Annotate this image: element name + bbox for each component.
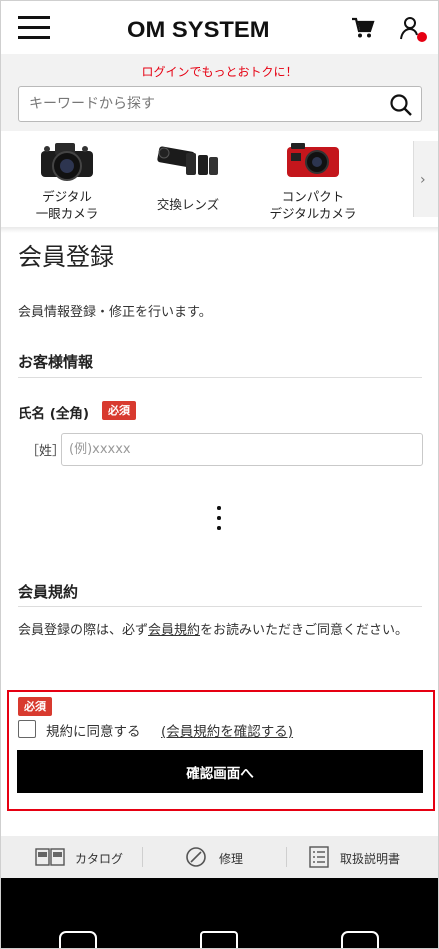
page-title: 会員登録 <box>18 243 114 271</box>
category-label-line1: コンパクト <box>281 189 345 204</box>
footer-nav-label: 修理 <box>219 852 244 866</box>
login-promo-link[interactable]: ログインでもっとおトクに！ <box>1 63 438 80</box>
search-box <box>18 86 422 122</box>
manual-icon <box>309 846 329 868</box>
terms-heading: 会員規約 <box>18 583 79 601</box>
compact-camera-image <box>287 143 339 177</box>
mirrorless-camera-image <box>41 143 93 181</box>
page-frame: OM SYSTEM ログインでもっとおトクに！ キーワードから探す デジタル 一… <box>0 0 439 949</box>
lenses-image <box>157 146 218 175</box>
chevron-right-icon: › <box>420 172 426 188</box>
terms-inline-link[interactable]: 会員規約 <box>148 623 200 638</box>
section-divider <box>18 606 422 607</box>
footer-nav-repair[interactable]: 修理 <box>185 836 265 878</box>
footer-nav-label: 取扱説明書 <box>340 852 401 866</box>
catalog-icon <box>35 848 65 866</box>
category-label: 交換レンズ <box>156 197 220 212</box>
category-carousel: デジタル 一眼カメラ 交換レンズ コンパクト デジタルカメラ › <box>1 131 438 227</box>
customer-info-heading: お客様情報 <box>18 353 94 371</box>
view-terms-link[interactable]: (会員規約を確認する) <box>161 720 293 740</box>
category-label-line2: デジタルカメラ <box>269 206 357 221</box>
notification-dot <box>417 32 427 42</box>
footer-nav: カタログ 修理 取扱説明書 <box>1 836 438 878</box>
category-interchangeable-camera[interactable]: デジタル 一眼カメラ <box>17 131 117 227</box>
instagram-icon[interactable] <box>341 931 379 948</box>
blog-icon[interactable] <box>200 931 238 948</box>
footer-divider <box>286 847 287 867</box>
confirm-button[interactable]: 確認画面へ <box>17 750 423 793</box>
search-input[interactable] <box>29 87 379 121</box>
agree-required-badge: 必須 <box>18 697 52 716</box>
search-icon[interactable] <box>389 93 413 117</box>
surname-input[interactable] <box>61 433 423 466</box>
footer-nav-catalog[interactable]: カタログ <box>35 836 135 878</box>
agree-label[interactable]: 規約に同意する <box>46 720 141 740</box>
intro-text: 会員情報登録・修正を行います。 <box>18 305 212 320</box>
required-badge: 必須 <box>102 401 136 420</box>
agree-checkbox[interactable] <box>18 720 36 738</box>
name-field-label: 氏名 (全角) <box>18 406 90 422</box>
strip-shadow <box>1 227 438 233</box>
footer-nav-label: カタログ <box>75 852 124 866</box>
footer-divider <box>142 847 143 867</box>
carousel-next-button[interactable]: › <box>413 141 438 217</box>
terms-description: 会員登録の際は、必ず会員規約をお読みいただきご同意ください。 <box>18 620 426 642</box>
category-label-line1: デジタル <box>42 189 92 204</box>
category-lenses[interactable]: 交換レンズ <box>138 131 238 227</box>
footer-nav-manual[interactable]: 取扱説明書 <box>309 836 419 878</box>
om-logo-icon[interactable] <box>59 931 97 948</box>
terms-text-before: 会員登録の際は、必ず <box>18 623 149 638</box>
surname-label: ［姓］ <box>26 444 66 459</box>
repair-icon <box>186 847 206 867</box>
hamburger-menu-icon[interactable] <box>18 15 50 39</box>
footer-social-bar <box>1 878 438 948</box>
vertical-ellipsis-icon <box>216 504 222 532</box>
section-divider <box>18 377 422 378</box>
login-search-band: ログインでもっとおトクに！ <box>1 54 438 131</box>
terms-text-after: をお読みいただきご同意ください。 <box>200 623 409 638</box>
cart-icon[interactable] <box>351 17 375 39</box>
category-label-line2: 一眼カメラ <box>35 206 99 221</box>
category-compact-camera[interactable]: コンパクト デジタルカメラ <box>263 131 363 227</box>
om-system-logo[interactable]: OM SYSTEM <box>127 17 270 43</box>
site-header: OM SYSTEM <box>1 1 438 54</box>
